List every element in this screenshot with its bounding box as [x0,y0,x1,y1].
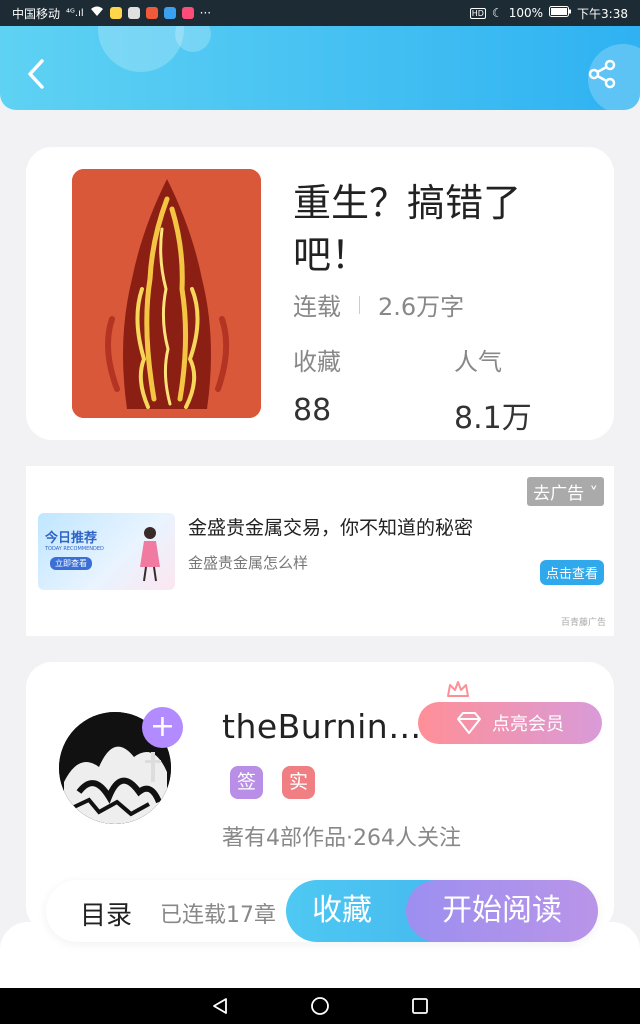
ad-source-label: 百青藤广告 [560,618,606,628]
nav-home-button[interactable] [300,992,340,1020]
remove-ad-button[interactable]: 去广告 ˅ [527,477,604,506]
favorites-label: 收藏 [293,348,341,376]
verified-author-tag: 实 [282,766,315,799]
triangle-back-icon [213,998,227,1014]
chapters-count[interactable]: 已连载17章 [160,897,300,929]
battery-percent: 100% [508,6,544,20]
nav-recents-button[interactable] [400,992,440,1020]
notification-app-icon [163,7,176,19]
book-cover-image[interactable] [72,169,261,418]
ad-image-title: 今日推荐 [45,531,98,546]
fire-figure-illustration [72,169,261,418]
header-bubble-decoration [98,26,184,72]
start-reading-button[interactable]: 开始阅读 [406,880,598,942]
book-info-card: 重生？搞错了吧！ 连载 2.6万字 收藏 88 人气 8.1万 [26,147,614,440]
author-stats: 著有4部作品·264人关注 [222,826,461,851]
vip-label: 点亮会员 [492,714,564,735]
header-bubble-decoration [175,26,211,52]
square-recents-icon [412,998,428,1014]
activate-vip-button[interactable]: 点亮会员 [418,702,602,744]
share-button[interactable] [586,58,618,90]
bottom-action-bar: 目录 已连载17章 收藏 开始阅读 [46,880,598,942]
word-count: 2.6万字 [378,293,465,321]
book-meta: 连载 2.6万字 [293,287,464,322]
system-navigation-bar [0,988,640,1024]
ad-image-cta: 立即查看 [50,557,92,570]
book-title: 重生？搞错了吧！ [293,181,522,277]
person-illustration [140,527,160,582]
meta-divider [359,295,360,314]
chevron-left-icon [28,59,44,89]
clock: 下午3:38 [577,6,628,21]
hd-badge: HD [469,7,486,19]
advertisement-card[interactable]: 去广告 ˅ 今日推荐 TODAY RECOMMENDED 立即查看 金盛贵金属交… [26,466,614,636]
popularity-value: 8.1万 [454,401,532,436]
notification-app-icon [181,7,194,19]
popularity-stat: 人气 8.1万 [454,342,532,437]
status-bar: 中国移动 ⁴ᴳ.ıl ··· HD ☾ 100% 下午3:38 [0,0,640,26]
app-header [0,26,640,110]
favorites-value: 88 [293,393,332,428]
notification-app-icon [109,7,122,19]
ad-image[interactable]: 今日推荐 TODAY RECOMMENDED 立即查看 [38,513,175,590]
ad-subtitle: 金盛贵金属怎么样 [188,554,309,572]
table-of-contents-button[interactable]: 目录 [80,895,132,932]
author-name[interactable]: theBurnin… [222,707,422,746]
status-right: HD ☾ 100% 下午3:38 [469,5,628,22]
popularity-label: 人气 [454,348,502,376]
nav-back-button[interactable] [200,992,240,1020]
notification-app-icon [127,7,140,19]
serial-status: 连载 [293,293,341,321]
battery-icon [549,6,572,20]
ad-image-subtitle: TODAY RECOMMENDED [45,546,104,552]
moon-icon: ☾ [491,6,503,20]
signal-icon: ⁴ᴳ.ıl [66,7,84,19]
crown-icon [447,681,469,697]
more-notifications: ··· [199,6,212,20]
ad-view-button[interactable]: 点击查看 [539,560,604,585]
wifi-icon [90,6,104,20]
signed-author-tag: 签 [230,766,263,799]
ad-title[interactable]: 金盛贵金属交易，你不知道的秘密 [188,513,473,540]
carrier-label: 中国移动 [12,6,61,21]
status-left: 中国移动 ⁴ᴳ.ıl ··· [12,5,211,22]
diamond-icon [457,712,481,734]
share-icon [588,59,616,89]
back-button[interactable] [22,56,50,92]
circle-home-icon [311,997,329,1015]
favorites-stat: 收藏 88 [293,342,341,428]
notification-app-icon [145,7,158,19]
follow-author-button[interactable]: + [142,707,183,748]
